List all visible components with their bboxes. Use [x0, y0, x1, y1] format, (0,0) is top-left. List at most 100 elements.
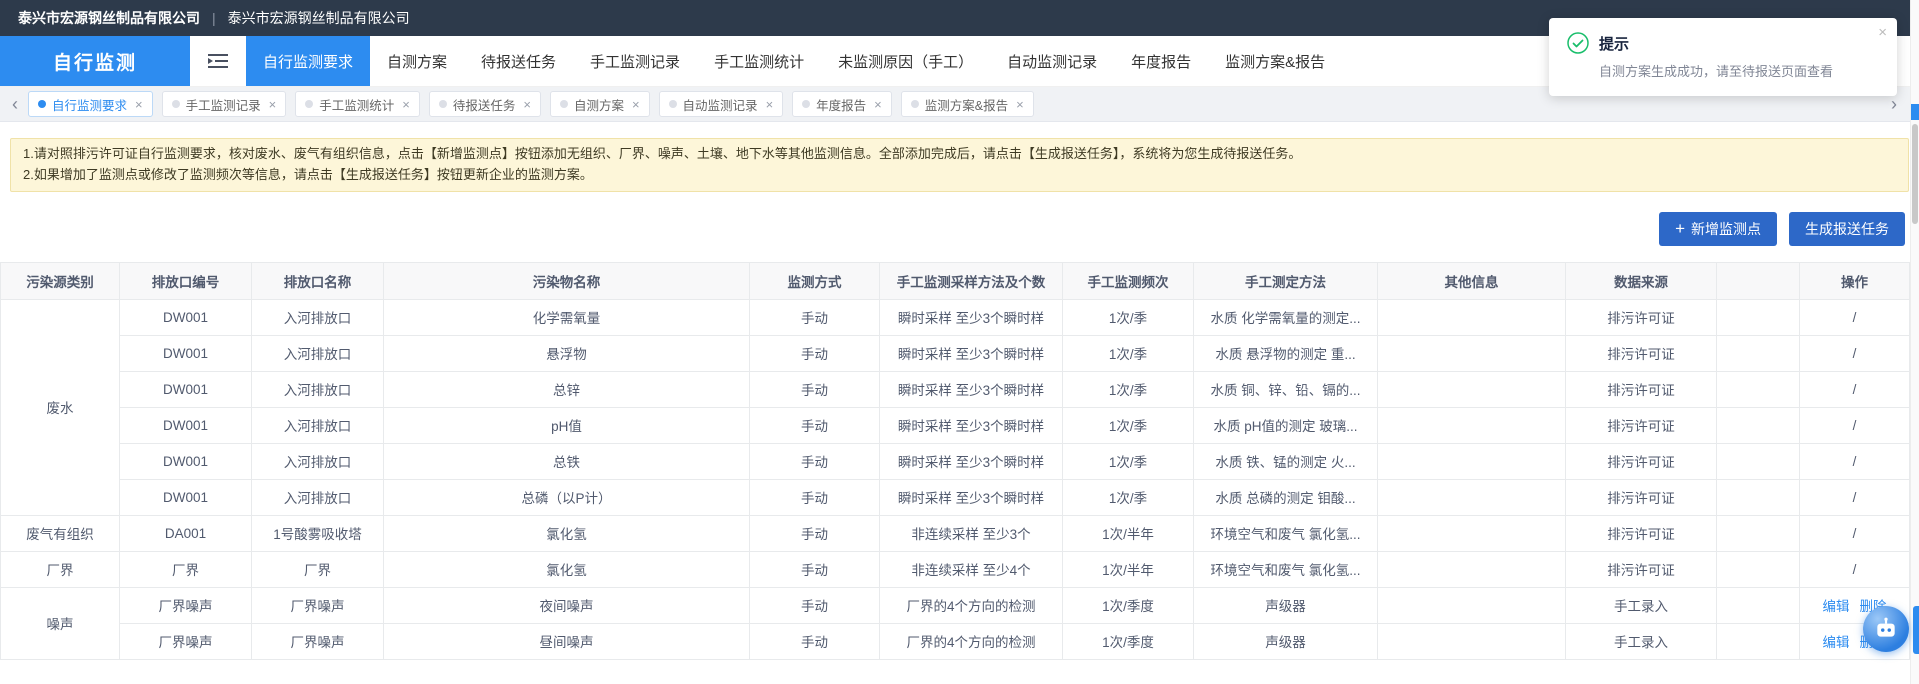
sidebar-collapse-icon[interactable] — [190, 36, 246, 86]
cell-frequency: 1次/季 — [1063, 443, 1194, 479]
nav-item-5[interactable]: 未监测原因（手工） — [821, 36, 990, 86]
edge-tab[interactable] — [1913, 606, 1919, 654]
tag-dot-icon — [305, 100, 313, 108]
edit-link[interactable]: 编辑 — [1823, 599, 1850, 614]
cell-source: 排污许可证 — [1566, 443, 1717, 479]
cell-pollutant: 氯化氢 — [384, 551, 750, 587]
tag-dot-icon — [802, 100, 810, 108]
cell-pollutant: 化学需氧量 — [384, 299, 750, 335]
cell-outlet-name: 入河排放口 — [252, 407, 384, 443]
category-cell: 噪声 — [1, 587, 120, 659]
tag-close-icon[interactable]: × — [766, 97, 774, 112]
cell-method: 水质 pH值的测定 玻璃... — [1194, 407, 1378, 443]
toast-close-icon[interactable]: × — [1878, 24, 1887, 41]
company-name-primary[interactable]: 泰兴市宏源钢丝制品有限公司 — [18, 8, 200, 28]
vertical-scrollbar[interactable] — [1910, 0, 1919, 684]
assistant-widget[interactable] — [1863, 606, 1909, 652]
monitoring-table-wrap: 污染源类别排放口编号排放口名称污染物名称监测方式手工监测采样方法及个数手工监测频… — [0, 262, 1919, 660]
cell-outlet-name: 厂界噪声 — [252, 623, 384, 659]
app-title[interactable]: 自行监测 — [0, 36, 190, 86]
cell-source: 排污许可证 — [1566, 515, 1717, 551]
cell-method: 水质 总磷的测定 钼酸... — [1194, 479, 1378, 515]
tag-close-icon[interactable]: × — [1016, 97, 1024, 112]
tag-label: 待报送任务 — [453, 95, 516, 114]
nav-item-0[interactable]: 自行监测要求 — [246, 36, 370, 86]
cell-outlet-no: DW001 — [120, 299, 252, 335]
tag-chip[interactable]: 手工监测统计 × — [295, 91, 420, 117]
tag-chip[interactable]: 监测方案&报告× — [901, 91, 1034, 117]
tag-dot-icon — [911, 100, 919, 108]
cell-method: 水质 化学需氧量的测定... — [1194, 299, 1378, 335]
table-row: DW001入河排放口总锌手动瞬时采样 至少3个瞬时样1次/季水质 铜、锌、铅、镉… — [1, 371, 1910, 407]
cell-other — [1378, 479, 1566, 515]
table-row: DW001入河排放口总铁手动瞬时采样 至少3个瞬时样1次/季水质 铁、锰的测定 … — [1, 443, 1910, 479]
cell-operation: / — [1800, 551, 1910, 587]
edit-link[interactable]: 编辑 — [1823, 635, 1850, 650]
tag-chip[interactable]: 待报送任务 × — [429, 91, 541, 117]
tag-close-icon[interactable]: × — [135, 97, 143, 112]
cell-sampling: 非连续采样 至少4个 — [880, 551, 1063, 587]
generate-task-button[interactable]: 生成报送任务 — [1789, 212, 1905, 246]
cell-source: 排污许可证 — [1566, 407, 1717, 443]
cell-mode: 手动 — [750, 479, 880, 515]
tag-chip[interactable]: 手工监测记录 × — [162, 91, 287, 117]
tag-chip[interactable]: 年度报告× — [792, 91, 892, 117]
col-header-4: 监测方式 — [750, 262, 880, 299]
tag-close-icon[interactable]: × — [874, 97, 882, 112]
cell-operation: / — [1800, 407, 1910, 443]
tag-label: 手工监测记录 — [186, 95, 261, 114]
cell-source: 排污许可证 — [1566, 371, 1717, 407]
cell-extra — [1717, 479, 1800, 515]
cell-extra — [1717, 443, 1800, 479]
nav-item-6[interactable]: 自动监测记录 — [990, 36, 1114, 86]
cell-pollutant: 悬浮物 — [384, 335, 750, 371]
col-header-10 — [1717, 262, 1800, 299]
nav-item-1[interactable]: 自测方案 — [370, 36, 464, 86]
cell-outlet-no: DW001 — [120, 335, 252, 371]
cell-source: 排污许可证 — [1566, 479, 1717, 515]
nav-item-2[interactable]: 待报送任务 — [464, 36, 573, 86]
tag-close-icon[interactable]: × — [269, 97, 277, 112]
tag-close-icon[interactable]: × — [632, 97, 640, 112]
toolbar: + 新增监测点 生成报送任务 — [14, 212, 1905, 246]
topbar-separator: | — [212, 10, 216, 26]
tag-close-icon[interactable]: × — [523, 97, 531, 112]
cell-mode: 手动 — [750, 407, 880, 443]
cell-sampling: 厂界的4个方向的检测 — [880, 587, 1063, 623]
cell-sampling: 厂界的4个方向的检测 — [880, 623, 1063, 659]
tag-close-icon[interactable]: × — [402, 97, 410, 112]
cell-mode: 手动 — [750, 515, 880, 551]
tag-label: 自测方案 — [574, 95, 624, 114]
scrollbar-thumb[interactable] — [1912, 124, 1918, 224]
tag-chip[interactable]: 自测方案 × — [550, 91, 650, 117]
nav-item-7[interactable]: 年度报告 — [1114, 36, 1208, 86]
cell-method: 环境空气和废气 氯化氢... — [1194, 551, 1378, 587]
cell-outlet-name: 厂界噪声 — [252, 587, 384, 623]
generate-task-label: 生成报送任务 — [1805, 219, 1889, 239]
tag-chip[interactable]: 自动监测记录× — [659, 91, 784, 117]
cell-frequency: 1次/季度 — [1063, 623, 1194, 659]
tag-label: 手工监测统计 — [319, 95, 394, 114]
cell-other — [1378, 623, 1566, 659]
chevron-left-icon[interactable]: ‹ — [6, 87, 24, 121]
cell-extra — [1717, 587, 1800, 623]
cell-frequency: 1次/季 — [1063, 479, 1194, 515]
tag-chip[interactable]: 自行监测要求× — [28, 91, 153, 117]
cell-extra — [1717, 515, 1800, 551]
add-monitor-point-button[interactable]: + 新增监测点 — [1659, 212, 1777, 246]
cell-pollutant: 总锌 — [384, 371, 750, 407]
col-header-2: 排放口名称 — [252, 262, 384, 299]
cell-outlet-no: 厂界噪声 — [120, 623, 252, 659]
cell-mode: 手动 — [750, 551, 880, 587]
nav-item-4[interactable]: 手工监测统计 — [697, 36, 821, 86]
toast-title: 提示 — [1599, 33, 1629, 54]
col-header-7: 手工测定方法 — [1194, 262, 1378, 299]
cell-sampling: 瞬时采样 至少3个瞬时样 — [880, 479, 1063, 515]
cell-pollutant: 夜间噪声 — [384, 587, 750, 623]
company-name-secondary[interactable]: 泰兴市宏源钢丝制品有限公司 — [228, 8, 410, 28]
col-header-6: 手工监测频次 — [1063, 262, 1194, 299]
tag-dot-icon — [172, 100, 180, 108]
nav-item-8[interactable]: 监测方案&报告 — [1208, 36, 1342, 86]
category-cell: 厂界 — [1, 551, 120, 587]
nav-item-3[interactable]: 手工监测记录 — [573, 36, 697, 86]
